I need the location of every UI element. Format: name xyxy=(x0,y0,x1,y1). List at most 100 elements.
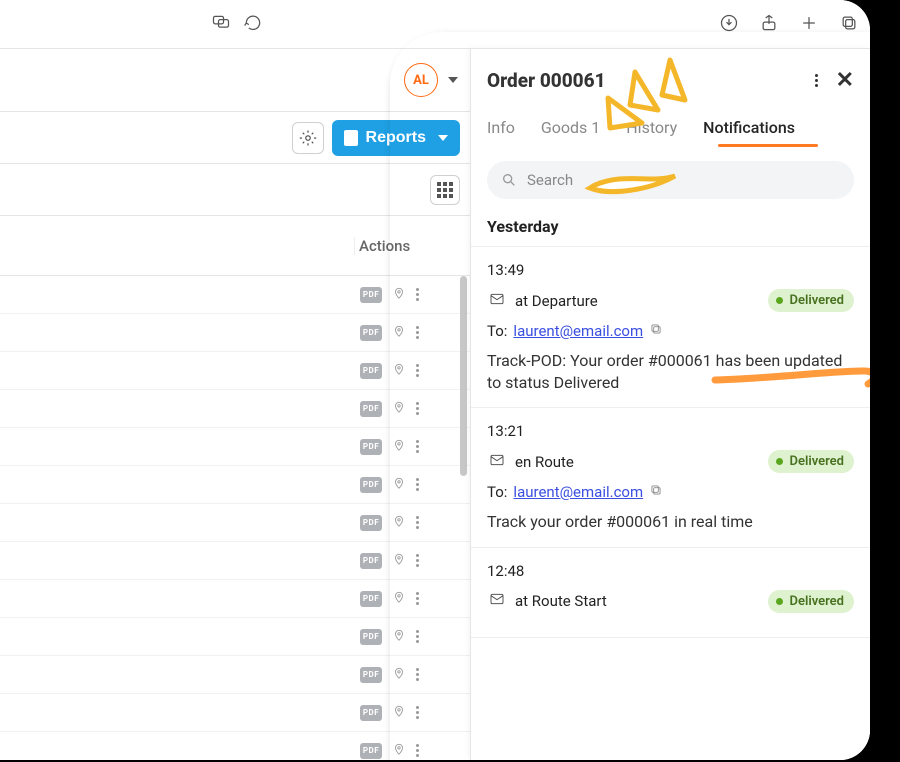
copy-email-icon[interactable] xyxy=(649,483,663,501)
copy-email-icon[interactable] xyxy=(649,322,663,340)
pdf-icon[interactable]: PDF xyxy=(360,743,382,759)
table-body: 23.09.28 12:45 PDF 23.09.28 10:36 PDF 23… xyxy=(0,276,470,760)
pdf-icon[interactable]: PDF xyxy=(360,705,382,721)
table-row[interactable]: 23.09.13 12:44 PDF xyxy=(0,542,470,580)
row-menu-button[interactable] xyxy=(416,478,419,491)
user-menu-caret[interactable] xyxy=(448,77,458,83)
row-menu-button[interactable] xyxy=(416,630,419,643)
section-yesterday: Yesterday xyxy=(471,209,870,247)
pdf-icon[interactable]: PDF xyxy=(360,439,382,455)
mail-icon xyxy=(487,291,507,311)
table-row[interactable]: 23.09.13 12:43 PDF xyxy=(0,466,470,504)
pdf-icon[interactable]: PDF xyxy=(360,477,382,493)
recipient-link[interactable]: laurent@email.com xyxy=(513,322,643,340)
share-icon[interactable] xyxy=(758,12,780,34)
panel-close-button[interactable]: ✕ xyxy=(836,68,854,93)
location-icon[interactable] xyxy=(392,550,406,572)
table-row[interactable]: 23.09.13 12:44 PDF xyxy=(0,580,470,618)
row-menu-button[interactable] xyxy=(416,668,419,681)
search-placeholder: Search xyxy=(527,171,573,189)
status-badge: Delivered xyxy=(768,450,854,473)
location-icon[interactable] xyxy=(392,702,406,724)
panel-menu-button[interactable] xyxy=(815,74,818,87)
pdf-icon[interactable]: PDF xyxy=(360,401,382,417)
scrollbar[interactable] xyxy=(460,276,467,476)
notification-trigger: at Departure xyxy=(515,292,598,310)
recipient-link[interactable]: laurent@email.com xyxy=(513,483,643,501)
table-row[interactable]: 23.09.13 12:44 PDF xyxy=(0,618,470,656)
location-icon[interactable] xyxy=(392,512,406,534)
pdf-icon[interactable]: PDF xyxy=(360,591,382,607)
row-menu-button[interactable] xyxy=(416,288,419,301)
location-icon[interactable] xyxy=(392,322,406,344)
location-icon[interactable] xyxy=(392,626,406,648)
notification-body: Track your order #000061 in real time xyxy=(487,511,854,533)
notification-trigger: en Route xyxy=(515,453,574,471)
mail-icon xyxy=(487,591,507,611)
columns-button[interactable] xyxy=(430,175,460,205)
tab-info[interactable]: Info xyxy=(487,118,515,147)
row-menu-button[interactable] xyxy=(416,364,419,377)
refresh-icon[interactable] xyxy=(242,12,264,34)
status-badge: Delivered xyxy=(768,289,854,312)
row-menu-button[interactable] xyxy=(416,326,419,339)
panel-search[interactable]: Search xyxy=(487,161,854,199)
mail-icon xyxy=(487,452,507,472)
pdf-icon[interactable]: PDF xyxy=(360,629,382,645)
location-icon[interactable] xyxy=(392,436,406,458)
pdf-icon[interactable]: PDF xyxy=(360,667,382,683)
row-menu-button[interactable] xyxy=(416,592,419,605)
table-row[interactable]: 23.09.28 12:49 PDF xyxy=(0,352,470,390)
filter-bar: e Date Completion Date Reports xyxy=(0,112,470,164)
row-menu-button[interactable] xyxy=(416,744,419,757)
table-row[interactable]: 23.09.28 12:45 PDF xyxy=(0,276,470,314)
tab-history[interactable]: History xyxy=(626,118,677,147)
table-row[interactable]: 23.09.13 13:04 PDF xyxy=(0,656,470,694)
location-icon[interactable] xyxy=(392,360,406,382)
col-actions[interactable]: Actions xyxy=(354,237,470,255)
header-bar: order Company ID 30018 AL xyxy=(0,48,470,112)
copy-icon[interactable] xyxy=(838,12,860,34)
location-icon[interactable] xyxy=(392,398,406,420)
notification-trigger: at Route Start xyxy=(515,592,607,610)
notification-time: 13:21 xyxy=(487,422,854,440)
pdf-icon[interactable]: PDF xyxy=(360,325,382,341)
notification-time: 12:48 xyxy=(487,562,854,580)
panel-tabs: Info Goods 1 History Notifications xyxy=(471,111,870,147)
left-quick-tools xyxy=(210,12,264,34)
location-icon[interactable] xyxy=(392,740,406,761)
notification-time: 13:49 xyxy=(487,261,854,279)
table-row[interactable]: 23.09.28 10:36 PDF xyxy=(0,314,470,352)
location-icon[interactable] xyxy=(392,588,406,610)
col-reasons[interactable]: Reasons for Reject xyxy=(0,237,354,255)
table-row[interactable]: 23.09.13 12:43 PDF xyxy=(0,428,470,466)
pdf-icon[interactable]: PDF xyxy=(360,553,382,569)
pdf-icon[interactable]: PDF xyxy=(360,287,382,303)
tab-goods[interactable]: Goods 1 xyxy=(541,118,600,147)
row-menu-button[interactable] xyxy=(416,440,419,453)
user-avatar[interactable]: AL xyxy=(404,63,438,97)
row-menu-button[interactable] xyxy=(416,554,419,567)
download-icon[interactable] xyxy=(718,12,740,34)
reports-label: Reports xyxy=(366,129,426,147)
row-menu-button[interactable] xyxy=(416,516,419,529)
row-menu-button[interactable] xyxy=(416,706,419,719)
plus-icon[interactable] xyxy=(798,12,820,34)
table-row[interactable]: 23.09.14 11:16 PDF xyxy=(0,732,470,760)
table-row[interactable]: 23.09.28 10:21 PDF xyxy=(0,390,470,428)
reports-button[interactable]: Reports xyxy=(332,120,460,156)
right-quick-tools xyxy=(718,12,860,34)
table-row[interactable]: 23.09.13 13:03 PDF xyxy=(0,694,470,732)
tab-notifications[interactable]: Notifications xyxy=(703,118,795,147)
location-icon[interactable] xyxy=(392,474,406,496)
table-row[interactable]: 23.09.13 12:43 PDF xyxy=(0,504,470,542)
chat-icon[interactable] xyxy=(210,12,232,34)
location-icon[interactable] xyxy=(392,284,406,306)
settings-button[interactable] xyxy=(292,122,324,154)
row-menu-button[interactable] xyxy=(416,402,419,415)
notification-item: 13:49 at Departure Delivered To: laurent… xyxy=(471,247,870,408)
location-icon[interactable] xyxy=(392,664,406,686)
pdf-icon[interactable]: PDF xyxy=(360,515,382,531)
pdf-icon[interactable]: PDF xyxy=(360,363,382,379)
second-filter-bar: Ship from Client Group by xyxy=(0,164,470,216)
